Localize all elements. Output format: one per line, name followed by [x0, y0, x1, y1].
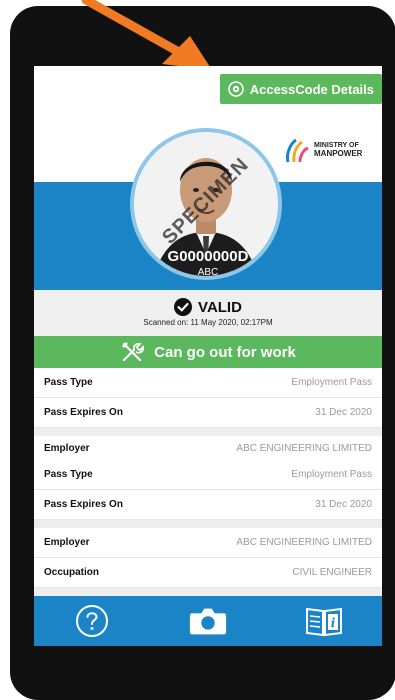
ministry-emblem-icon [286, 138, 309, 163]
question-circle-icon [76, 605, 108, 637]
detail-row: Employer ABC ENGINEERING LIMITED [34, 436, 382, 460]
detail-value: Employment Pass [291, 469, 372, 480]
detail-row: Pass Type Employment Pass [34, 460, 382, 490]
section-divider [34, 520, 382, 528]
detail-row: Pass Expires On 31 Dec 2020 [34, 490, 382, 520]
detail-value: ABC ENGINEERING LIMITED [236, 442, 372, 454]
detail-row: Occupation CIVIL ENGINEER [34, 558, 382, 588]
ministry-logo: MINISTRY OF MANPOWER [284, 136, 362, 164]
detail-row: Employer ABC ENGINEERING LIMITED [34, 528, 382, 558]
camera-button[interactable] [188, 601, 228, 641]
detail-label: Pass Expires On [44, 407, 123, 418]
section-divider [34, 428, 382, 436]
validity-status: VALID [198, 298, 242, 316]
detail-row: Pass Expires On 31 Dec 2020 [34, 398, 382, 428]
detail-label: Pass Type [44, 377, 93, 388]
info-button[interactable]: i [304, 601, 344, 641]
detail-label: Pass Type [44, 469, 93, 480]
ministry-line2: MANPOWER [314, 149, 363, 158]
work-status-label: Can go out for work [154, 343, 296, 361]
pass-id-number: G0000000D [167, 248, 249, 265]
detail-label: Pass Expires On [44, 499, 123, 510]
pass-details-list: Pass Type Employment Pass Pass Expires O… [34, 368, 382, 596]
svg-text:i: i [331, 616, 336, 630]
pass-holder-name: ABC [197, 267, 219, 278]
detail-value: CIVIL ENGINEER [292, 567, 372, 578]
detail-value: 31 Dec 2020 [315, 407, 372, 418]
accesscode-details-button[interactable]: AccessCode Details [219, 74, 382, 104]
screen: AccessCode Details MINISTRY OF MANPOWER … [34, 70, 382, 646]
camera-icon [189, 608, 227, 635]
detail-label: Occupation [44, 567, 100, 578]
bottom-nav: i [34, 596, 382, 646]
scanned-timestamp: Scanned on: 11 May 2020, 02:17PM [143, 318, 273, 327]
gear-icon [227, 81, 244, 97]
detail-label: Employer [44, 537, 90, 548]
detail-label: Employer [44, 442, 90, 454]
detail-row: Pass Type Employment Pass [34, 368, 382, 398]
tools-icon [122, 342, 145, 362]
validity-panel: VALID Scanned on: 11 May 2020, 02:17PM [34, 290, 382, 336]
check-circle-icon [174, 298, 193, 316]
detail-value: ABC ENGINEERING LIMITED [236, 537, 372, 548]
detail-value: 31 Dec 2020 [315, 499, 372, 510]
info-book-icon: i [306, 607, 342, 637]
detail-value: Employment Pass [291, 377, 372, 388]
accesscode-details-label: AccessCode Details [249, 81, 374, 97]
help-button[interactable] [72, 601, 112, 641]
work-status-bar: Can go out for work [34, 336, 382, 368]
section-divider [34, 588, 382, 596]
